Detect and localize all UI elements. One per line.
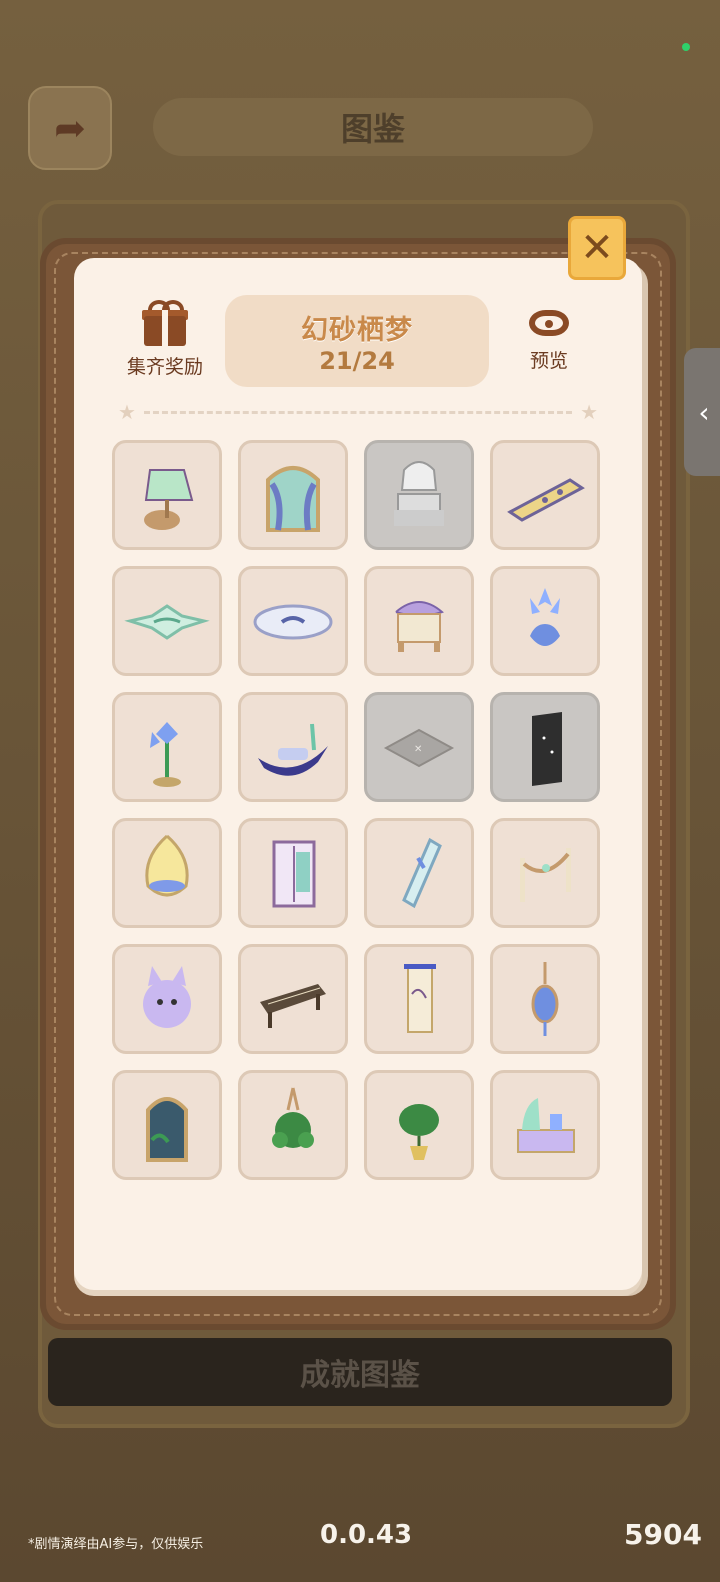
collection-item-potted-plant[interactable]: [364, 1070, 474, 1180]
collection-item-rope-barrier[interactable]: [490, 818, 600, 928]
window-curtain-icon: [266, 466, 320, 532]
collection-item-floor-tile[interactable]: ✕: [364, 692, 474, 802]
page-header: ➦ 图鉴: [28, 86, 692, 174]
orchid-plant-icon: [150, 722, 181, 787]
close-icon: ✕: [580, 225, 614, 271]
potted-plant-icon: [399, 1104, 439, 1160]
eye-icon: [529, 310, 569, 336]
hanging-chair-icon: [145, 834, 189, 897]
scroll-painting-icon: [404, 964, 436, 1033]
collection-item-orchid-plant[interactable]: [112, 692, 222, 802]
rope-barrier-icon: [520, 848, 571, 902]
collection-item-hanging-chair[interactable]: [112, 818, 222, 928]
cat-plush-icon: [143, 966, 191, 1028]
close-button[interactable]: ✕: [568, 216, 626, 280]
collection-item-oval-rug[interactable]: [238, 566, 348, 676]
back-arrow-icon: ➦: [54, 106, 86, 150]
purple-stool-icon: [395, 601, 444, 652]
star-icon: ★: [118, 400, 136, 424]
collection-item-vanity-desk[interactable]: [490, 1070, 600, 1180]
reward-label: 集齐奖励: [126, 356, 203, 378]
boat-bed-icon: [258, 723, 328, 776]
svg-text:✕: ✕: [414, 744, 422, 755]
collection-item-canopy-bed[interactable]: [364, 440, 474, 550]
back-button[interactable]: ➦: [28, 86, 112, 170]
lamp-icon: [144, 469, 194, 530]
preview-label: 预览: [529, 350, 568, 372]
set-progress: 21/24: [319, 346, 395, 375]
set-name: 幻砂栖梦: [301, 314, 413, 346]
star-icon: ★: [580, 400, 598, 424]
collection-item-hanging-plant[interactable]: [238, 1070, 348, 1180]
achievement-button[interactable]: 成就图鉴: [48, 1338, 672, 1406]
divider: ★ ★: [118, 400, 598, 424]
wardrobe-icon: [272, 840, 316, 908]
gift-icon: [142, 300, 188, 348]
collection-item-window-curtain[interactable]: [238, 440, 348, 550]
oval-rug-icon: [253, 604, 333, 640]
score-label: 5904: [624, 1518, 702, 1551]
hanging-ornament-icon: [531, 962, 559, 1036]
set-title-box: 幻砂栖梦 21/24: [225, 295, 489, 387]
version-label: 0.0.43: [320, 1520, 413, 1550]
collect-reward-button[interactable]: 集齐奖励: [120, 300, 210, 379]
floor-tile-icon: ✕: [383, 728, 455, 768]
collection-item-blue-flower-vase[interactable]: [490, 566, 600, 676]
collection-item-standing-mirror[interactable]: [364, 818, 474, 928]
wall-panel-icon: [532, 712, 562, 786]
status-indicator: [682, 43, 690, 51]
collection-item-lamp[interactable]: [112, 440, 222, 550]
collection-item-guzheng[interactable]: [238, 944, 348, 1054]
standing-mirror-icon: [402, 837, 442, 909]
collection-item-rug-runner[interactable]: [490, 440, 600, 550]
blue-flower-vase-icon: [530, 588, 560, 646]
lotus-rug-icon: [124, 604, 210, 640]
collection-item-lotus-rug[interactable]: [112, 566, 222, 676]
collection-item-wall-panel[interactable]: [490, 692, 600, 802]
preview-button[interactable]: 预览: [514, 310, 584, 373]
guzheng-icon: [260, 984, 326, 1028]
page-title: 图鉴: [153, 98, 593, 156]
rug-runner-icon: [507, 478, 585, 522]
collection-item-cat-plush[interactable]: [112, 944, 222, 1054]
canopy-bed-icon: [394, 461, 444, 526]
collection-item-hanging-ornament[interactable]: [490, 944, 600, 1054]
ai-notice: *剧情演绎由AI参与，仅供娱乐: [28, 1537, 204, 1552]
collection-item-scroll-painting[interactable]: [364, 944, 474, 1054]
collection-item-purple-stool[interactable]: [364, 566, 474, 676]
collection-item-boat-bed[interactable]: [238, 692, 348, 802]
collection-item-arched-window[interactable]: [112, 1070, 222, 1180]
hanging-plant-icon: [272, 1087, 314, 1148]
chevron-left-icon: ‹: [698, 395, 710, 429]
collection-item-wardrobe[interactable]: [238, 818, 348, 928]
arched-window-icon: [146, 1097, 188, 1162]
side-expand-tab[interactable]: ‹: [684, 348, 720, 476]
vanity-desk-icon: [517, 1098, 575, 1153]
